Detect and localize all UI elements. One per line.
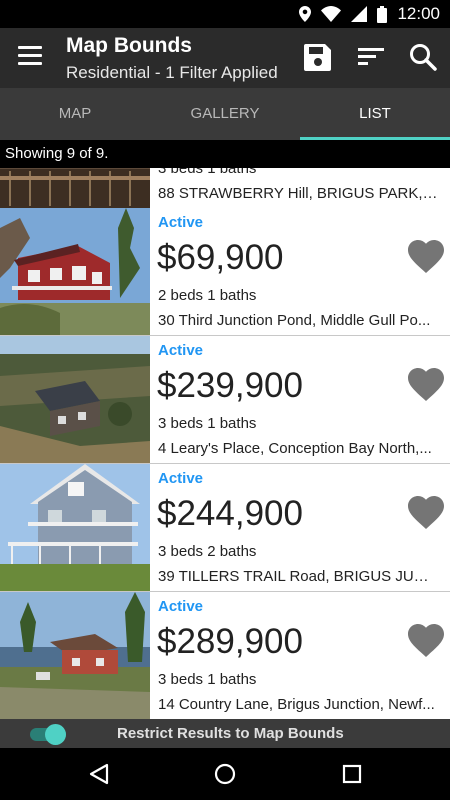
listing-beds-baths: 2 beds 1 baths — [158, 287, 257, 304]
system-nav-bar — [0, 748, 450, 800]
listing-price: $289,900 — [157, 622, 303, 661]
listing-card[interactable]: Active $289,900 3 beds 1 baths 14 Countr… — [0, 592, 450, 719]
listing-status: Active — [158, 342, 204, 359]
tab-map[interactable]: MAP — [0, 88, 150, 140]
listing-info: 3 beds 1 baths 88 STRAWBERRY Hill, BRIGU… — [157, 168, 450, 208]
listing-address: 14 Country Lane, Brigus Junction, Newf..… — [158, 696, 435, 713]
listing-info: Active $239,900 3 beds 1 baths 4 Leary's… — [157, 336, 450, 463]
listing-photo[interactable] — [0, 336, 150, 463]
heart-icon[interactable] — [408, 496, 444, 530]
home-icon[interactable] — [213, 762, 237, 786]
listing-address: 88 STRAWBERRY Hill, BRIGUS PARK, Ne... — [158, 185, 438, 202]
status-icons: 12:00 — [299, 4, 440, 24]
listing-info: Active $244,900 3 beds 2 baths 39 TILLER… — [157, 464, 450, 591]
tab-gallery[interactable]: GALLERY — [150, 88, 300, 140]
heart-icon[interactable] — [408, 240, 444, 274]
back-icon[interactable] — [87, 762, 111, 786]
heart-icon[interactable] — [408, 624, 444, 658]
listing-address: 4 Leary's Place, Conception Bay North,..… — [158, 440, 432, 457]
recents-icon[interactable] — [340, 762, 364, 786]
listing-price: $69,900 — [157, 238, 284, 277]
results-count: Showing 9 of 9. — [0, 140, 450, 168]
listing-photo[interactable] — [0, 464, 150, 591]
sort-icon[interactable] — [356, 42, 386, 72]
listing-photo[interactable] — [0, 592, 150, 719]
listing-beds-baths: 3 beds 2 baths — [158, 543, 257, 560]
filter-subtitle: Residential - 1 Filter Applied — [66, 63, 278, 82]
map-bounds-switch[interactable] — [30, 724, 66, 745]
heart-icon[interactable] — [408, 368, 444, 402]
battery-icon — [377, 5, 388, 23]
listing-status: Active — [158, 214, 204, 231]
listing-beds-baths: 3 beds 1 baths — [158, 415, 257, 432]
listing-beds-baths: 3 beds 1 baths — [158, 168, 257, 177]
tab-list[interactable]: LIST — [300, 88, 450, 140]
menu-icon[interactable] — [18, 46, 42, 66]
listing-info: Active $289,900 3 beds 1 baths 14 Countr… — [157, 592, 450, 719]
clock: 12:00 — [397, 4, 440, 23]
app-bar: Map Bounds Residential - 1 Filter Applie… — [0, 28, 450, 88]
listing-photo[interactable] — [0, 168, 150, 208]
listing-card[interactable]: Active $244,900 3 beds 2 baths 39 TILLER… — [0, 464, 450, 592]
view-tabs: MAP GALLERY LIST — [0, 88, 450, 140]
listing-photo[interactable] — [0, 208, 150, 335]
listing-status: Active — [158, 598, 204, 615]
listing-price: $244,900 — [157, 494, 303, 533]
map-bounds-toggle-bar: Restrict Results to Map Bounds — [0, 719, 450, 748]
location-icon — [299, 6, 312, 22]
save-icon[interactable] — [303, 42, 333, 72]
status-bar: 12:00 — [0, 0, 450, 28]
wifi-icon — [321, 6, 342, 22]
map-bounds-label: Restrict Results to Map Bounds — [117, 725, 344, 742]
search-icon[interactable] — [408, 42, 438, 72]
listing-address: 30 Third Junction Pond, Middle Gull Po..… — [158, 312, 431, 329]
signal-icon — [351, 6, 368, 22]
listing-price: $239,900 — [157, 366, 303, 405]
listing-address: 39 TILLERS TRAIL Road, BRIGUS JUNC... — [158, 568, 438, 585]
listing-status: Active — [158, 470, 204, 487]
listing-beds-baths: 3 beds 1 baths — [158, 671, 257, 688]
listing-list[interactable]: 3 beds 1 baths 88 STRAWBERRY Hill, BRIGU… — [0, 168, 450, 719]
listing-card[interactable]: Active $239,900 3 beds 1 baths 4 Leary's… — [0, 336, 450, 464]
listing-info: Active $69,900 2 beds 1 baths 30 Third J… — [157, 208, 450, 335]
listing-card[interactable]: 3 beds 1 baths 88 STRAWBERRY Hill, BRIGU… — [0, 168, 450, 209]
listing-card[interactable]: Active $69,900 2 beds 1 baths 30 Third J… — [0, 208, 450, 336]
page-title: Map Bounds — [66, 34, 192, 57]
